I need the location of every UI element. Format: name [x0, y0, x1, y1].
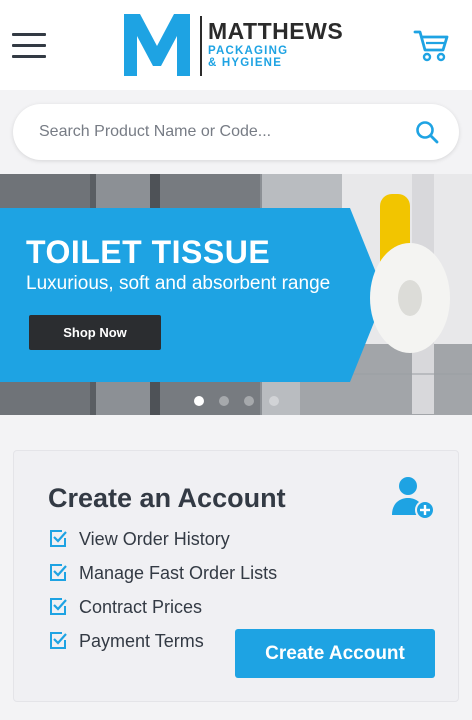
carousel-dot[interactable] — [194, 396, 204, 406]
benefit-label: Payment Terms — [79, 631, 204, 651]
benefit-label: Manage Fast Order Lists — [79, 563, 278, 583]
checkbox-check-icon — [50, 564, 67, 581]
carousel-dot[interactable] — [244, 396, 254, 406]
search-input[interactable] — [39, 114, 399, 150]
menu-bar — [12, 33, 46, 36]
carousel-indicators — [192, 396, 288, 408]
shopping-cart-icon[interactable] — [413, 28, 449, 62]
search-bar — [13, 104, 459, 160]
add-user-icon — [390, 475, 436, 521]
create-account-card: Create an Account View Order History Man… — [13, 450, 459, 702]
menu-bar — [12, 44, 46, 47]
logo-m-mark — [124, 14, 190, 76]
checkbox-check-icon — [50, 632, 67, 649]
cart-glyph — [413, 30, 449, 62]
create-account-heading: Create an Account — [48, 483, 286, 513]
create-account-button[interactable]: Create Account — [235, 629, 435, 678]
add-user-glyph — [392, 477, 435, 520]
hamburger-menu-icon[interactable] — [12, 32, 46, 60]
carousel-dot[interactable] — [269, 396, 279, 406]
carousel-dot[interactable] — [219, 396, 229, 406]
benefit-label: Contract Prices — [79, 597, 203, 617]
banner-title: TOILET TISSUE — [26, 234, 271, 270]
brand-logo[interactable]: MATTHEWS PACKAGING & HYGIENE — [122, 12, 352, 78]
search-glyph — [416, 121, 439, 144]
logo-tagline-line1: PACKAGING — [208, 45, 289, 57]
checkbox-check-icon — [50, 598, 67, 615]
logo-tagline-line2: & HYGIENE — [208, 57, 283, 69]
site-header: MATTHEWS PACKAGING & HYGIENE — [0, 0, 472, 90]
logo-company-name: MATTHEWS — [208, 18, 344, 44]
logo-divider — [200, 16, 202, 76]
shop-now-button[interactable]: Shop Now — [29, 315, 161, 350]
checkbox-check-icon — [50, 530, 67, 547]
search-icon[interactable] — [415, 120, 439, 144]
benefit-label: View Order History — [79, 529, 230, 549]
hero-banner[interactable]: TOILET TISSUE Luxurious, soft and absorb… — [0, 174, 472, 415]
menu-bar — [12, 55, 46, 58]
banner-subtitle: Luxurious, soft and absorbent range — [26, 273, 331, 294]
